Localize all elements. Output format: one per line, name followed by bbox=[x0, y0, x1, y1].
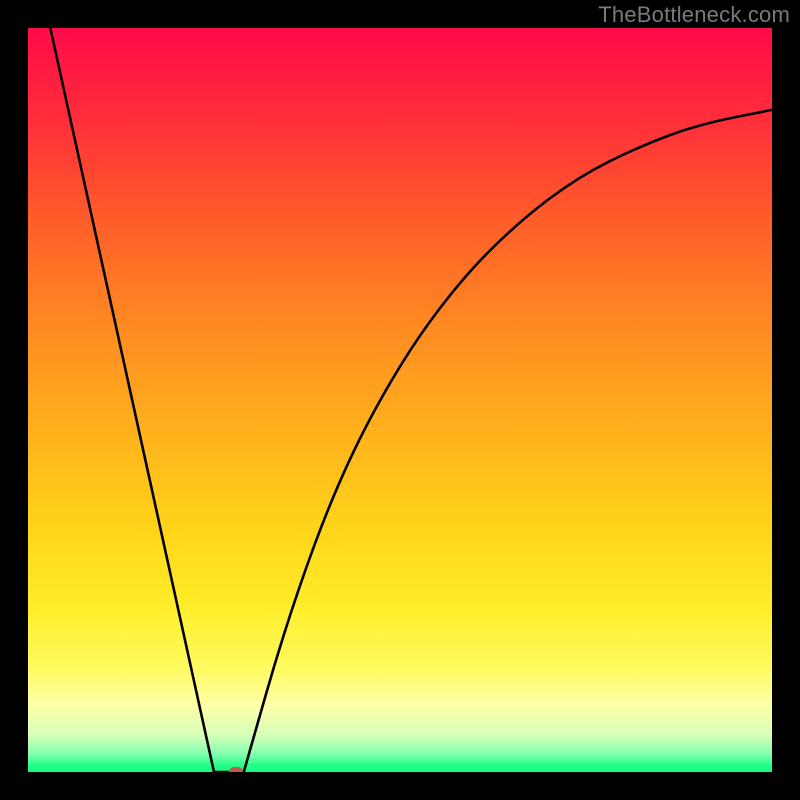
plot-area bbox=[28, 28, 772, 772]
bottleneck-curve bbox=[28, 28, 772, 772]
watermark-text: TheBottleneck.com bbox=[598, 2, 790, 28]
chart-frame: TheBottleneck.com bbox=[0, 0, 800, 800]
optimal-point-marker bbox=[229, 767, 243, 772]
